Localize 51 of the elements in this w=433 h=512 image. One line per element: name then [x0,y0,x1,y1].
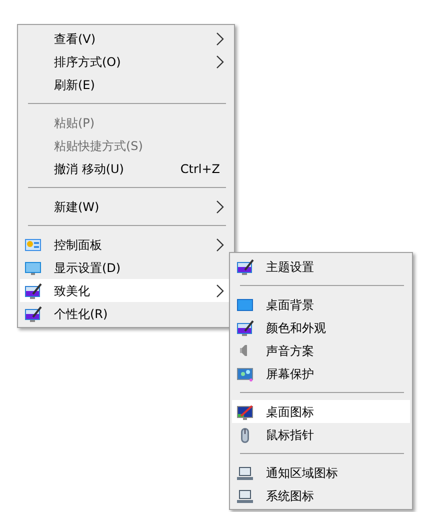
menu-item[interactable]: 桌面图标 [232,400,410,423]
menu-label: 声音方案 [266,342,315,360]
menu-label: 系统图标 [266,488,315,504]
menu-label: 通知区域图标 [266,464,339,482]
menu-label: 粘贴快捷方式(S) [54,138,144,154]
menu-item[interactable]: 致美化 [20,279,232,302]
menu-label: 屏幕保护 [266,366,315,382]
menu-label: 桌面背景 [266,296,315,314]
menu-item[interactable]: 系统图标 [232,484,410,507]
menu-label: 排序方式(O) [54,54,122,70]
menu-label: 粘贴(P) [54,114,96,132]
menu-item[interactable]: 桌面背景 [232,293,410,316]
menu-label: 控制面板 [54,236,103,254]
menu-item[interactable]: 排序方式(O) [20,50,232,73]
menu-label: 个性化(R) [54,306,109,322]
laptop-icon [236,488,254,504]
menu-label: 桌面图标 [266,404,315,420]
monitor-brush-icon [236,404,254,420]
menu-label: 颜色和外观 [266,320,327,336]
menu-item[interactable]: 显示设置(D) [20,256,232,279]
menu-label: 查看(V) [54,30,97,48]
monitor-brush-icon [24,306,42,322]
shortcut-label: Ctrl+Z [180,160,220,178]
menu-label: 主题设置 [266,258,315,276]
menu-item[interactable]: 声音方案 [232,339,410,362]
menu-item[interactable]: 查看(V) [20,27,232,50]
menu-label: 刷新(E) [54,76,96,94]
menu-label: 显示设置(D) [54,260,122,276]
menu-label: 鼠标指针 [266,426,315,444]
menu-item[interactable]: 新建(W) [20,195,232,218]
menu-label: 致美化 [54,282,91,300]
monitor-icon [24,260,42,276]
menu-item[interactable]: 撤消 移动(U) Ctrl+Z [20,157,232,180]
menu-label: 新建(W) [54,198,100,216]
monitor-icon [236,296,254,312]
laptop-icon [236,464,254,480]
monitor-brush-icon [236,320,254,336]
control-panel-icon [24,236,42,252]
menu-item[interactable]: 屏幕保护 [232,362,410,385]
menu-item[interactable]: 刷新(E) [20,73,232,96]
menu-item[interactable]: 主题设置 [232,255,410,278]
monitor-brush-icon [24,282,42,298]
menu-item[interactable]: 通知区域图标 [232,461,410,484]
menu-label: 撤消 移动(U) [54,160,125,178]
speaker-icon [240,345,247,356]
menu-item[interactable]: 个性化(R) [20,302,232,325]
menu-item[interactable]: 颜色和外观 [232,316,410,339]
menu-item[interactable]: 控制面板 [20,233,232,256]
menu-item[interactable]: 鼠标指针 [232,423,410,446]
screensaver-icon [236,366,254,382]
monitor-brush-icon [236,258,254,274]
